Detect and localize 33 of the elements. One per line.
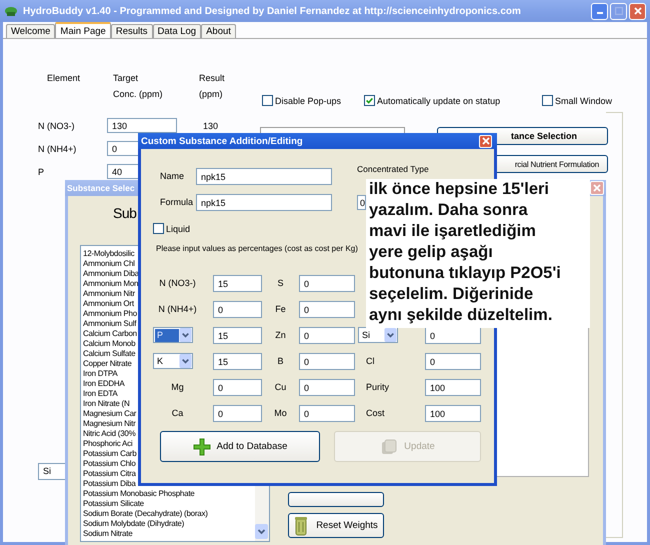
instruction-text: Please input values as percentages (cost as cost per Kg) [156,244,358,253]
element-label: N (NO3-) [38,120,76,130]
column-header: Result (ppm) [198,72,226,101]
element-label: Mo [273,408,288,418]
element-label: Zn [274,330,287,340]
column-header: Element [46,72,82,85]
element-label: N (NH4+) [157,304,198,314]
annotation-text: ilk önce hepsine 15'leri yazalım. Daha sonra mavi ile işaretlediğim yere gelip aşağı butonuna tıklayıp P2O5'i seçelelim. Diğerinide aynı şekilde düzeltelim. [366,179,590,328]
element-label: Mg [170,382,185,392]
element-label: Cu [274,382,288,392]
element-label: Cost [365,408,386,418]
window-title: Custom Substance Addition/Editing [141,136,303,146]
checkbox-label: Automatically update on statup [377,96,500,106]
field-label: Concentrated Type [357,164,430,174]
checkbox-label: Liquid [166,224,190,234]
element-label: N (NH4+) [38,144,78,154]
element-label: Cl [365,356,376,366]
column-header: Target Conc. (ppm) [112,72,164,101]
field-label: Formula [160,197,194,207]
result-value: 130 [202,120,220,130]
checkbox-label: Small Window [555,96,612,106]
element-label: S [276,278,284,288]
element-label: B [276,356,284,366]
window-title: HydroBuddy v1.40 - Programmed and Designed by Daniel Fernandez at http://scienceinhydroponics.com [23,6,522,16]
element-label: Fe [274,304,287,314]
element-label: Ca [170,408,184,418]
element-label: N (NO3-) [158,278,197,288]
window-title: Substance Selec [67,183,135,193]
heading: Sub [113,205,136,223]
field-label: Name [160,171,186,181]
checkbox-label: Disable Pop-ups [275,96,342,106]
element-label: Purity [365,382,390,392]
element-label: P [38,166,46,176]
